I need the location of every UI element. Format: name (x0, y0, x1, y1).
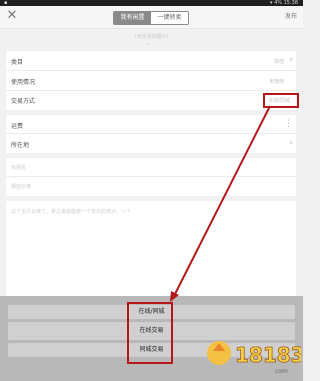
shipping-card: 运费 ⋮ 所在地 › (6, 115, 296, 153)
row-shipping[interactable]: 运费 ⋮ (6, 115, 296, 134)
add-photo-hint[interactable]: (点击添加图片) (0, 33, 303, 40)
chevron-right-icon: › (289, 55, 293, 65)
trade-method-highlight (263, 93, 299, 108)
shipping-label: 运费 (11, 123, 24, 130)
category-value: 其他 (273, 59, 284, 65)
title-price-card: 标题名 期望价格 (6, 158, 296, 196)
details-card: 类目 其他 › 使用情况 未使用 交易方式 在线/同城 (6, 51, 296, 110)
watermark-sub: com (275, 368, 288, 375)
publish-button[interactable]: 发布 (285, 12, 297, 22)
category-label: 类目 (11, 59, 24, 66)
site-watermark: 18183 com (205, 325, 305, 377)
title-placeholder: 标题名 (11, 165, 27, 171)
title-field[interactable]: 标题名 (6, 158, 296, 177)
row-trade-method[interactable]: 交易方式 在线/同城 (6, 91, 296, 110)
segment-tabs: 我有闲置 一键转卖 (113, 11, 189, 25)
price-field[interactable]: 期望价格 (6, 177, 296, 196)
top-bar: ✕ 我有闲置 一键转卖 发布 (0, 6, 303, 29)
trade-method-label: 交易方式 (11, 98, 36, 105)
description-field[interactable]: 这个宝贝太棒了，拿过来就能被一个突出的亮点，八个 (6, 201, 296, 296)
close-icon[interactable]: ✕ (5, 9, 19, 23)
watermark-text: 18183 (235, 343, 301, 367)
condition-label: 使用情况 (11, 79, 36, 86)
description-area: 这个宝贝太棒了，拿过来就能被一个突出的亮点，八个 (6, 201, 296, 296)
more-icon: ⋮ (284, 119, 293, 129)
tab-idle-item[interactable]: 我有闲置 (114, 12, 151, 24)
location-label: 所在地 (11, 142, 30, 149)
description-placeholder: 这个宝贝太棒了，拿过来就能被一个突出的亮点，八个 (11, 209, 132, 215)
options-highlight (127, 302, 173, 364)
tab-resell[interactable]: 一键转卖 (151, 12, 188, 24)
price-placeholder: 期望价格 (11, 184, 32, 190)
chevron-right-icon: › (289, 138, 293, 148)
chevron-down-icon: ⌄ (146, 40, 152, 47)
row-condition[interactable]: 使用情况 未使用 (6, 71, 296, 91)
row-category[interactable]: 类目 其他 › (6, 51, 296, 71)
condition-value: 未使用 (268, 79, 284, 85)
row-location[interactable]: 所在地 › (6, 134, 296, 153)
